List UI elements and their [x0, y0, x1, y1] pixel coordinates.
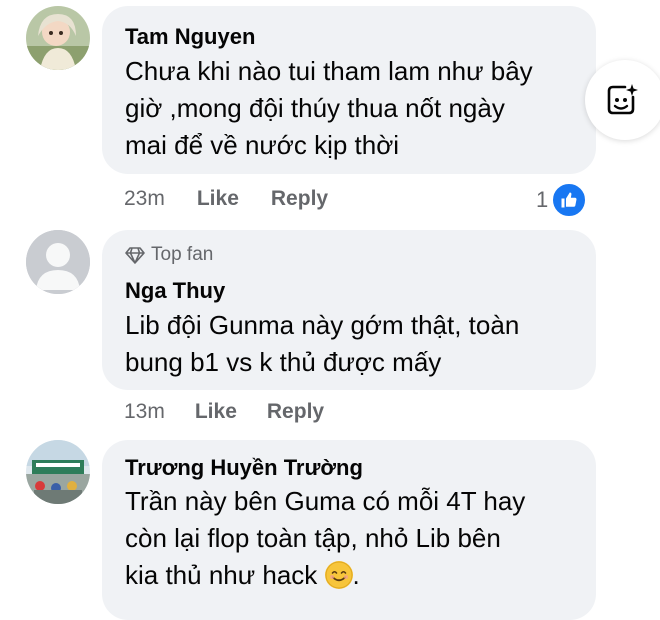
- reply-button[interactable]: Reply: [271, 186, 328, 212]
- comment-actions: 23m Like Reply: [124, 186, 328, 212]
- comment-text: Trần này bên Guma có mỗi 4T hay còn lại …: [125, 483, 525, 594]
- timestamp[interactable]: 13m: [124, 399, 165, 425]
- comment-text: Lib đội Gunma này gớm thật, toàn bung b1…: [125, 310, 520, 377]
- sticker-button[interactable]: [585, 60, 660, 140]
- comment-text: Chưa khi nào tui tham lam như bây giờ ,m…: [125, 56, 533, 160]
- top-fan-label: Top fan: [151, 244, 214, 265]
- comment-bubble: Top fan Nga Thuy Lib đội Gunma này gớm t…: [102, 230, 596, 390]
- comment-actions: 13m Like Reply: [124, 399, 324, 425]
- diamond-icon: [125, 247, 145, 264]
- like-button[interactable]: Like: [197, 186, 239, 212]
- author-name[interactable]: Trương Huyền Trường: [125, 455, 363, 481]
- author-name[interactable]: Nga Thuy: [125, 278, 225, 304]
- comment-text-end: .: [352, 560, 360, 590]
- reply-button[interactable]: Reply: [267, 399, 324, 425]
- avatar[interactable]: [26, 230, 90, 294]
- comment-bubble: Trương Huyền Trường Trần này bên Guma có…: [102, 440, 596, 620]
- avatar[interactable]: [26, 6, 90, 70]
- author-name[interactable]: Tam Nguyen: [125, 24, 255, 50]
- top-fan-badge: Top fan: [125, 244, 213, 266]
- smiling-face-emoji: [324, 561, 353, 589]
- sticker-icon: [607, 84, 638, 115]
- like-button[interactable]: Like: [195, 399, 237, 425]
- timestamp[interactable]: 23m: [124, 186, 165, 212]
- thumbs-up-icon: [551, 182, 588, 218]
- reaction-summary[interactable]: 1: [536, 182, 588, 218]
- comment-bubble: Tam Nguyen Chưa khi nào tui tham lam như…: [102, 6, 596, 174]
- avatar[interactable]: [26, 440, 90, 504]
- reaction-count: 1: [536, 187, 549, 212]
